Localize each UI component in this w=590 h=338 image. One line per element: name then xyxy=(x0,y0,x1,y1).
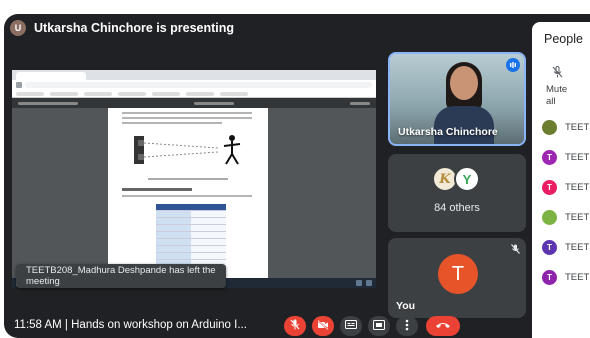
browser-tab-strip xyxy=(12,70,376,80)
self-video-tile[interactable]: T You xyxy=(388,238,526,318)
participant-avatar: Y xyxy=(454,166,480,192)
presenter-video-tile[interactable]: Utkarsha Chinchore xyxy=(388,52,526,146)
participant-name: TEETE xyxy=(565,212,590,223)
present-screen-icon xyxy=(373,319,385,333)
shared-screen[interactable] xyxy=(12,70,376,288)
left-meeting-toast: TEETB208_Madhura Deshpande has left the … xyxy=(16,264,226,288)
participant-avatar: T xyxy=(542,270,557,285)
participant-row[interactable]: T TEETE xyxy=(542,150,590,165)
participant-name: TEETE xyxy=(565,182,590,193)
back-icon xyxy=(16,82,22,88)
browser-tab xyxy=(16,72,86,80)
url-field xyxy=(25,82,372,88)
self-avatar: T xyxy=(438,254,478,294)
browser-address-bar xyxy=(12,80,376,90)
pdf-page xyxy=(108,108,268,278)
participant-avatar: T xyxy=(542,180,557,195)
bookmarks-bar xyxy=(12,90,376,98)
camera-off-icon xyxy=(317,319,329,333)
sensor-diagram xyxy=(134,135,241,165)
meeting-details[interactable]: 11:58 AM | Hands on workshop on Arduino … xyxy=(14,319,247,331)
others-count: 84 others xyxy=(434,202,480,214)
participant-avatar: T xyxy=(542,240,557,255)
participant-row[interactable]: T TEETE xyxy=(542,270,590,285)
mic-toggle-button[interactable] xyxy=(284,316,306,336)
mute-all-label: Mute all xyxy=(546,84,568,107)
mic-off-icon xyxy=(290,319,300,333)
presenter-avatar: U xyxy=(10,20,26,36)
participant-avatar: T xyxy=(542,150,557,165)
participant-name: TEETE xyxy=(565,122,590,133)
presenter-name: Utkarsha Chinchore xyxy=(398,126,498,138)
mic-off-icon xyxy=(511,244,520,256)
captions-button[interactable] xyxy=(340,316,362,336)
toast-text: TEETB208_Madhura Deshpande has left the … xyxy=(26,265,216,287)
speaking-indicator-icon xyxy=(506,58,520,72)
people-panel-title: People xyxy=(544,32,583,46)
participant-row[interactable]: TEETE xyxy=(542,210,590,225)
self-label: You xyxy=(396,300,416,312)
pdf-toolbar xyxy=(12,98,376,108)
present-now-button[interactable] xyxy=(368,316,390,336)
more-options-icon xyxy=(405,319,409,334)
participant-row[interactable]: T TEETE xyxy=(542,180,590,195)
mic-off-icon xyxy=(552,66,563,81)
presenting-text: Utkarsha Chinchore is presenting xyxy=(34,21,235,35)
leave-call-button[interactable] xyxy=(426,316,460,336)
participant-name: TEETE xyxy=(565,152,590,163)
presenting-bar: U Utkarsha Chinchore is presenting xyxy=(10,20,234,36)
participant-name: TEETE xyxy=(565,272,590,283)
participant-avatar xyxy=(542,210,557,225)
captions-icon xyxy=(345,320,357,332)
pdf-viewer xyxy=(12,108,376,278)
others-tile[interactable]: K Y 84 others xyxy=(388,154,526,232)
participant-avatar xyxy=(542,120,557,135)
participant-row[interactable]: T TEETE xyxy=(542,240,590,255)
mute-all-button[interactable] xyxy=(552,66,563,81)
end-call-icon xyxy=(435,321,451,332)
participant-name: TEETE xyxy=(565,242,590,253)
bottom-control-bar: 11:58 AM | Hands on workshop on Arduino … xyxy=(4,316,590,338)
camera-toggle-button[interactable] xyxy=(312,316,334,336)
meet-stage: U Utkarsha Chinchore is presenting TEETB… xyxy=(4,14,590,338)
people-panel: People Mute all TEETE T TEETE T TEETE TE… xyxy=(532,22,590,338)
pdf-table xyxy=(156,204,226,267)
more-options-button[interactable] xyxy=(396,316,418,336)
participant-row[interactable]: TEETE xyxy=(542,120,590,135)
